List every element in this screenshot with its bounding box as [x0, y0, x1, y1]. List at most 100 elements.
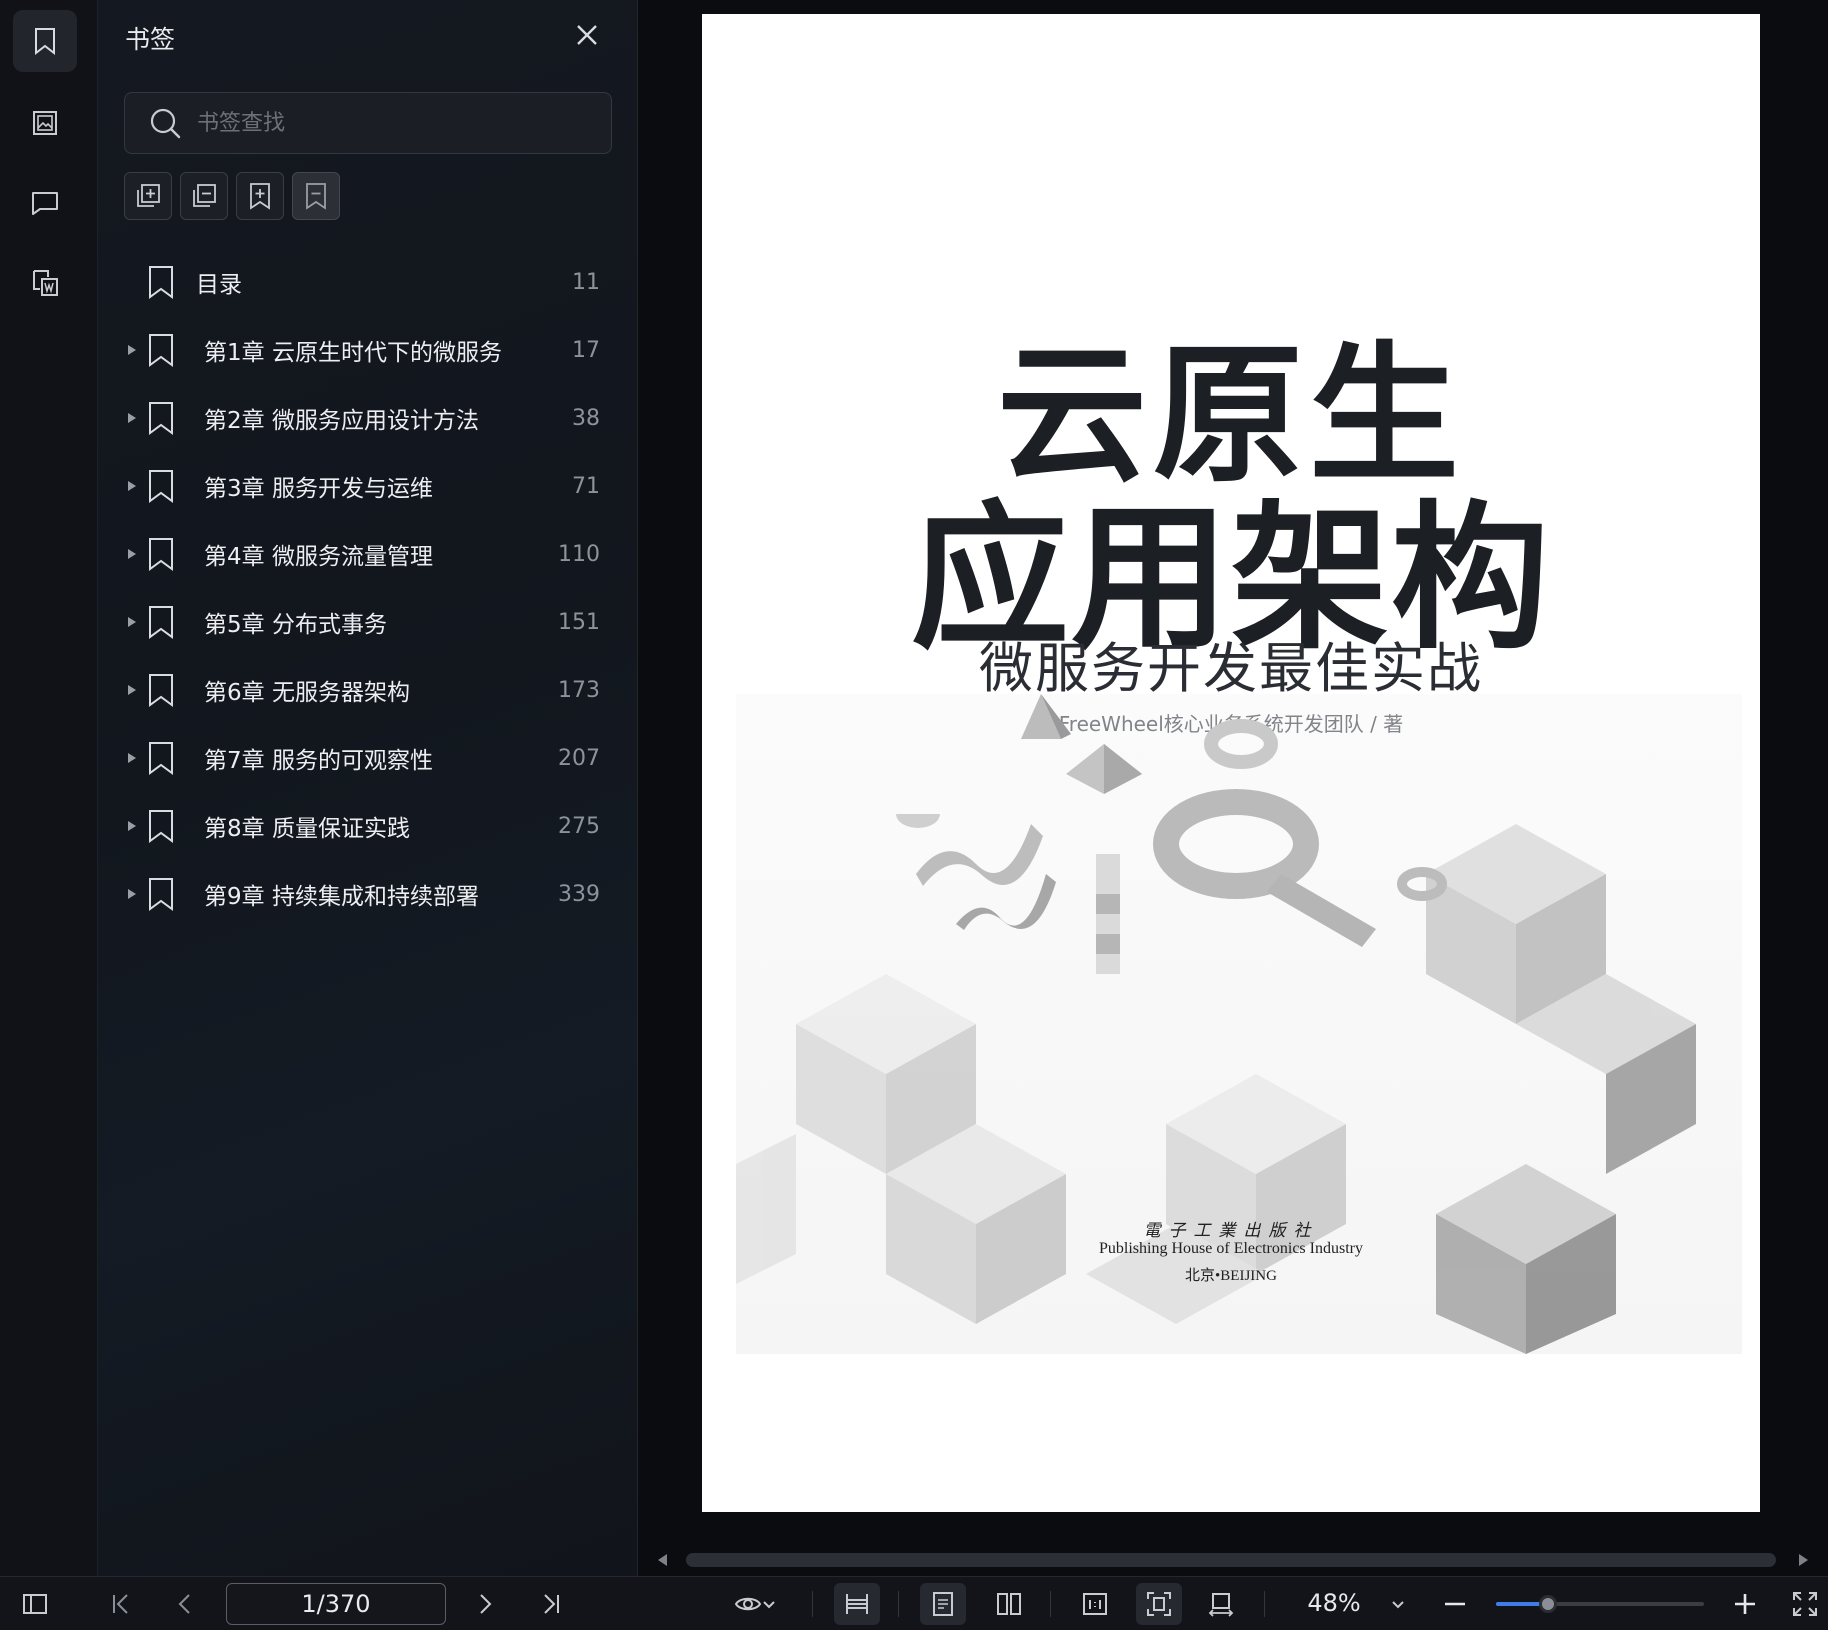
- bookmark-item[interactable]: 第9章 持续集成和持续部署 339: [98, 860, 638, 928]
- expand-arrow-icon[interactable]: [128, 345, 136, 355]
- rail-thumbnails-button[interactable]: [13, 92, 77, 154]
- page-number-input[interactable]: [226, 1583, 446, 1625]
- expand-arrow-icon[interactable]: [128, 685, 136, 695]
- bookmark-icon: [149, 878, 173, 911]
- fit-page-button[interactable]: [1136, 1583, 1182, 1625]
- previous-page-button[interactable]: [162, 1583, 208, 1625]
- publisher-chinese: 電子工業出版社: [1143, 1221, 1319, 1241]
- chevron-down-icon: [1392, 1601, 1404, 1609]
- bookmark-icon: [149, 334, 173, 367]
- minus-icon: [1445, 1602, 1465, 1606]
- expand-arrow-icon[interactable]: [128, 481, 136, 491]
- next-page-button[interactable]: [462, 1583, 508, 1625]
- bookmark-item[interactable]: 第5章 分布式事务 151: [98, 588, 638, 656]
- fit-width-button[interactable]: [834, 1583, 880, 1625]
- bookmark-item[interactable]: 第3章 服务开发与运维 71: [98, 452, 638, 520]
- bookmark-icon: [149, 674, 173, 707]
- expand-arrow-icon[interactable]: [128, 413, 136, 423]
- bookmark-icon: [149, 538, 173, 571]
- close-icon: [577, 25, 597, 45]
- zoom-slider-thumb[interactable]: [1539, 1595, 1557, 1613]
- bookmark-item[interactable]: 第8章 质量保证实践 275: [98, 792, 638, 860]
- bookmark-page: 71: [572, 473, 600, 499]
- actual-size-button[interactable]: [1072, 1583, 1118, 1625]
- fit-page-icon: [1147, 1592, 1171, 1616]
- bookmark-icon: [149, 470, 173, 503]
- horizontal-scrollbar[interactable]: [638, 1548, 1828, 1572]
- rail-comments-button[interactable]: [13, 172, 77, 234]
- scroll-left-icon[interactable]: [658, 1554, 667, 1566]
- bookmark-icon: [149, 402, 173, 435]
- bookmark-label: 第7章 服务的可观察性: [204, 748, 433, 774]
- toolbar-divider: [812, 1591, 813, 1617]
- bookmark-list: 目录 11 第1章 云原生时代下的微服务 17 第2章 微服务应用设计方法 38…: [98, 248, 638, 928]
- expand-arrow-icon[interactable]: [128, 549, 136, 559]
- document-viewport[interactable]: 云原生 应用架构 微服务开发最佳实战 FreeWheel核心业务系统开发团队 /…: [638, 0, 1828, 1576]
- bookmark-label: 第3章 服务开发与运维: [204, 476, 433, 502]
- bookmark-icon: [149, 606, 173, 639]
- expand-all-icon: [137, 184, 160, 207]
- single-page-button[interactable]: [920, 1583, 966, 1625]
- comment-icon: [32, 192, 58, 215]
- expand-arrow-icon[interactable]: [128, 889, 136, 899]
- publisher-english: Publishing House of Electronics Industry: [1099, 1240, 1363, 1257]
- two-page-button[interactable]: [986, 1583, 1032, 1625]
- bookmark-item[interactable]: 第2章 微服务应用设计方法 38: [98, 384, 638, 452]
- bookmark-item[interactable]: 目录 11: [98, 248, 638, 316]
- toolbar-divider: [1050, 1591, 1051, 1617]
- expand-all-button[interactable]: [124, 172, 172, 220]
- bookmark-icon: [149, 266, 173, 299]
- zoom-slider[interactable]: [1496, 1595, 1704, 1613]
- bookmark-page: 173: [558, 677, 600, 703]
- bookmark-item[interactable]: 第6章 无服务器架构 173: [98, 656, 638, 724]
- view-mode-button[interactable]: [724, 1583, 786, 1625]
- scroll-right-icon[interactable]: [1799, 1554, 1808, 1566]
- bookmark-search[interactable]: [124, 92, 612, 154]
- first-page-button[interactable]: [98, 1583, 144, 1625]
- publisher-city: 北京•BEIJING: [1185, 1268, 1277, 1284]
- bookmark-page: 207: [558, 745, 600, 771]
- bookmark-search-input[interactable]: [197, 110, 577, 136]
- two-page-icon: [997, 1593, 1021, 1615]
- zoom-out-button[interactable]: [1432, 1583, 1478, 1625]
- bookmark-item[interactable]: 第7章 服务的可观察性 207: [98, 724, 638, 792]
- last-page-icon: [544, 1594, 559, 1614]
- bookmark-tools: [124, 172, 340, 220]
- single-page-icon: [933, 1592, 953, 1616]
- toggle-sidebar-button[interactable]: [12, 1583, 58, 1625]
- eye-icon: [734, 1597, 762, 1611]
- add-bookmark-button[interactable]: [236, 172, 284, 220]
- fullscreen-button[interactable]: [1786, 1583, 1824, 1625]
- image-icon: [33, 111, 57, 135]
- bookmark-page: 110: [558, 541, 600, 567]
- bookmark-page: 339: [558, 881, 600, 907]
- remove-bookmark-icon: [306, 183, 326, 210]
- rail-convert-button[interactable]: [13, 252, 77, 314]
- scrollbar-track[interactable]: [686, 1553, 1776, 1567]
- rail-bookmarks-button[interactable]: [13, 10, 77, 72]
- expand-arrow-icon[interactable]: [128, 617, 136, 627]
- bookmark-item[interactable]: 第4章 微服务流量管理 110: [98, 520, 638, 588]
- panel-title: 书签: [125, 25, 176, 54]
- add-bookmark-icon: [250, 183, 270, 210]
- icon-rail: [0, 0, 98, 1576]
- collapse-all-icon: [193, 184, 216, 207]
- plus-icon: [1735, 1594, 1755, 1614]
- remove-bookmark-button[interactable]: [292, 172, 340, 220]
- bookmark-icon: [149, 742, 173, 775]
- zoom-dropdown-button[interactable]: [1380, 1583, 1416, 1625]
- bookmark-label: 目录: [196, 272, 242, 298]
- bookmark-page: 17: [572, 337, 600, 363]
- bookmark-label: 第9章 持续集成和持续部署: [204, 884, 479, 910]
- close-panel-button[interactable]: [572, 20, 602, 50]
- bookmark-label: 第6章 无服务器架构: [204, 680, 410, 706]
- bookmark-item[interactable]: 第1章 云原生时代下的微服务 17: [98, 316, 638, 384]
- rotate-page-button[interactable]: [1198, 1583, 1244, 1625]
- bookmark-page: 151: [558, 609, 600, 635]
- zoom-in-button[interactable]: [1722, 1583, 1768, 1625]
- expand-arrow-icon[interactable]: [128, 821, 136, 831]
- collapse-all-button[interactable]: [180, 172, 228, 220]
- expand-arrow-icon[interactable]: [128, 753, 136, 763]
- last-page-button[interactable]: [528, 1583, 574, 1625]
- zoom-level[interactable]: 48%: [1296, 1589, 1372, 1617]
